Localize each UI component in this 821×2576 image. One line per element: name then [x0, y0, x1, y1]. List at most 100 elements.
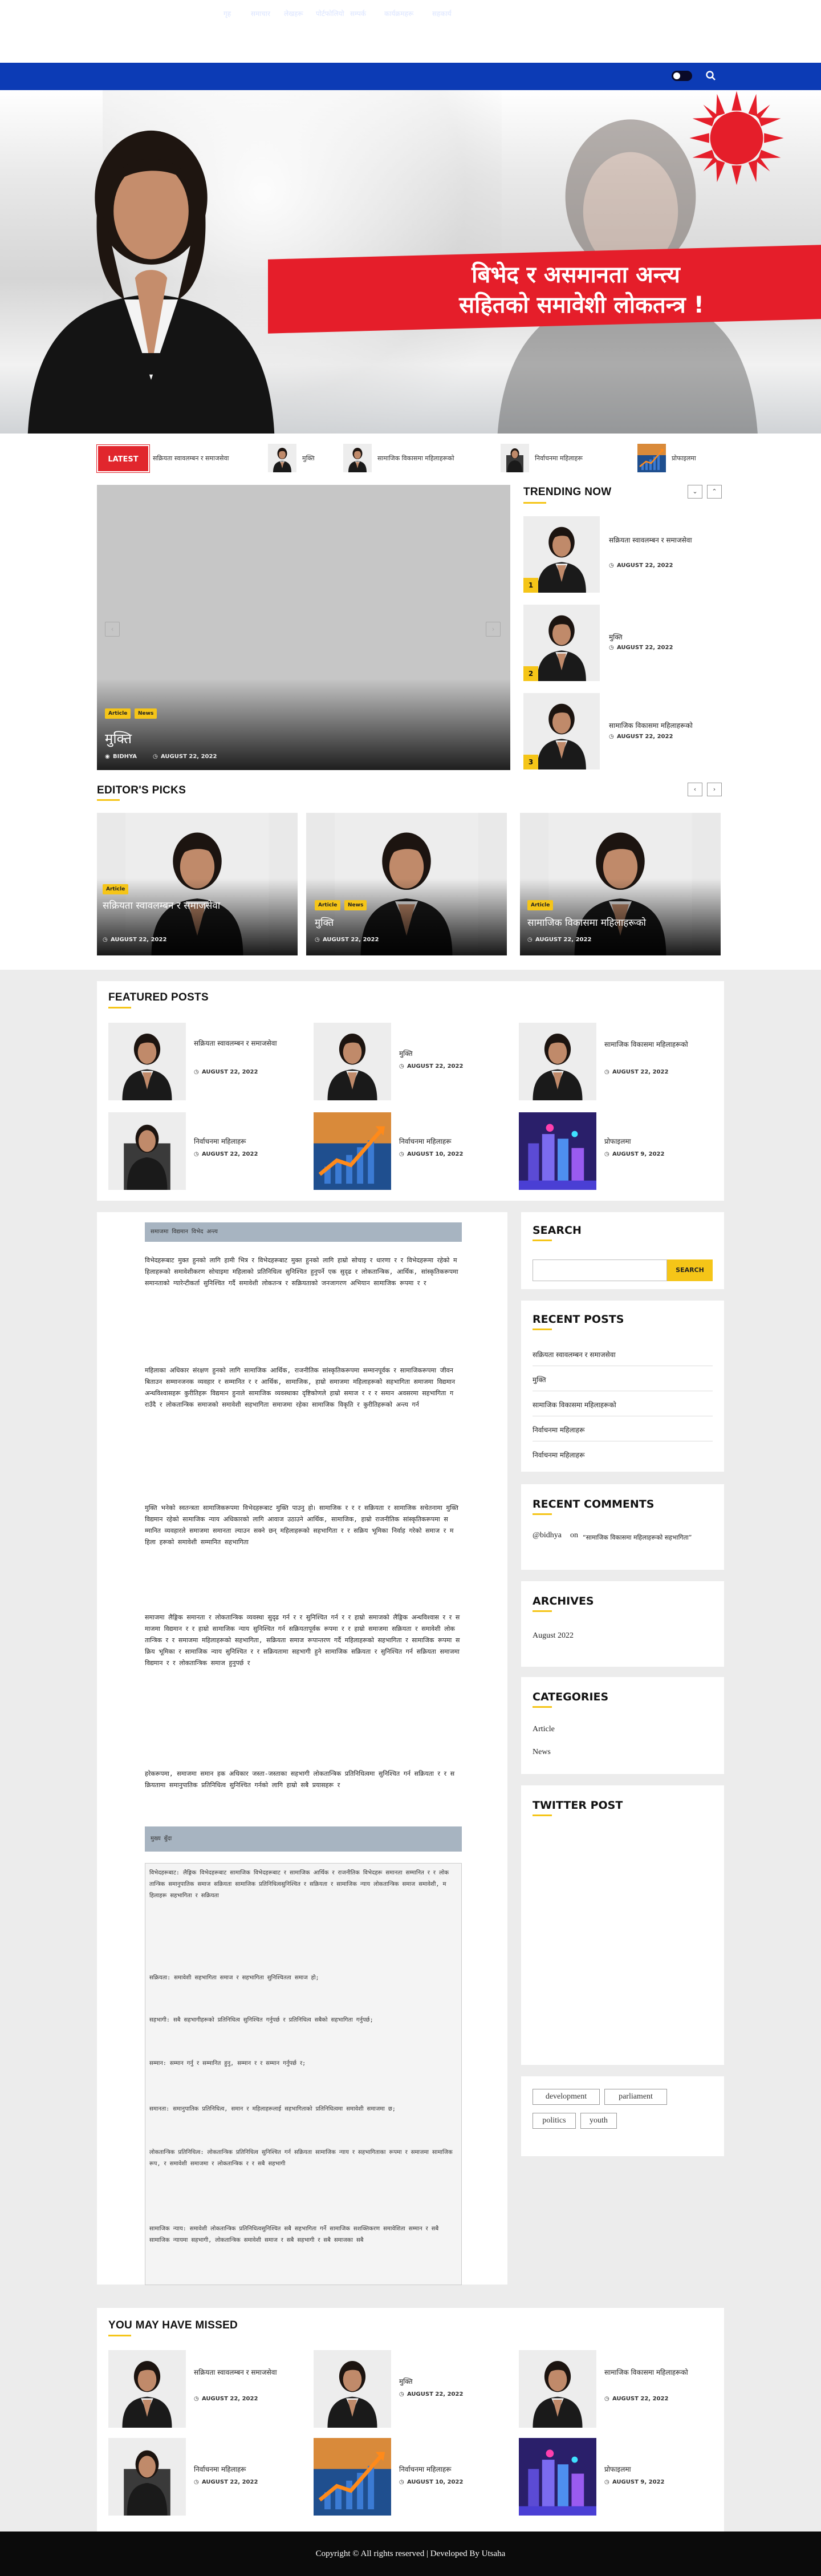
article-heading: समाजमा विद्यमान विभेद अन्त्य	[145, 1222, 462, 1242]
featured-date: AUGUST 22, 2022	[202, 1151, 258, 1157]
clock-icon: ◷	[604, 2479, 609, 2485]
featured-date: AUGUST 22, 2022	[612, 1069, 669, 1075]
featured-thumb[interactable]	[108, 1112, 186, 1190]
archive-link[interactable]: August 2022	[533, 1631, 574, 1641]
nav-item-contact[interactable]: सम्पर्क	[350, 9, 366, 19]
comment-author[interactable]: @bidhya	[533, 1531, 562, 1540]
missed-post-title[interactable]: सक्रियता स्वावलम्बन र समाजसेवा	[194, 2367, 302, 2388]
slider-author[interactable]: BIDHYA	[113, 754, 137, 762]
missed-post-title[interactable]: सामाजिक विकासमा महिलाहरूको	[604, 2367, 713, 2388]
key-point: समानता: समानुपातिक प्रतिनिधित्व, समान र …	[149, 2106, 396, 2112]
nav-item-programs[interactable]: कार्यक्रमहरू	[384, 9, 413, 19]
ticker-item[interactable]: निर्वाचनमा महिलाहरू	[535, 454, 583, 463]
picks-next-button[interactable]: ›	[707, 783, 722, 796]
tag-link[interactable]: politics	[533, 2113, 576, 2129]
title-underline	[108, 2335, 131, 2336]
clock-icon: ◷	[609, 734, 614, 740]
ticker-thumb[interactable]	[268, 444, 296, 472]
featured-thumb[interactable]	[314, 1112, 391, 1190]
slider-prev-button[interactable]: ‹	[105, 622, 120, 637]
ticker-item[interactable]: प्रोफाइलमा	[672, 454, 696, 463]
tag-link[interactable]: parliament	[604, 2089, 667, 2105]
category-tag[interactable]: News	[135, 708, 157, 719]
clock-icon: ◷	[399, 2391, 404, 2397]
tag-link[interactable]: development	[533, 2089, 600, 2105]
nav-item-articles[interactable]: लेखहरू	[284, 9, 303, 19]
nav-item-news[interactable]: समाचार	[251, 9, 270, 19]
nav-item-home[interactable]: गृह	[223, 9, 231, 19]
nav-item-collab[interactable]: सहकार्य	[432, 9, 452, 19]
picks-prev-button[interactable]: ‹	[688, 783, 702, 796]
featured-thumb[interactable]	[519, 1112, 596, 1190]
missed-thumb[interactable]	[314, 2438, 391, 2516]
recent-post-link[interactable]: सामाजिक विकासमा महिलाहरूको	[533, 1400, 713, 1411]
nav-item-portfolio[interactable]: पोर्टफोलियो	[316, 9, 344, 19]
featured-thumb[interactable]	[108, 1023, 186, 1100]
category-tag[interactable]: Article	[527, 900, 554, 910]
trending-post-title[interactable]: सक्रियता स्वावलम्बन र समाजसेवा	[609, 535, 723, 556]
missed-thumb[interactable]	[314, 2350, 391, 2428]
title-underline	[523, 502, 546, 504]
featured-posts-section	[97, 981, 724, 1201]
search-input[interactable]	[533, 1259, 667, 1281]
trending-date: AUGUST 22, 2022	[617, 645, 673, 651]
featured-post-title[interactable]: सक्रियता स्वावलम्बन र समाजसेवा	[194, 1038, 302, 1059]
slider-next-button[interactable]: ›	[486, 622, 501, 637]
slider-post-title[interactable]: मुक्ति	[105, 729, 447, 748]
category-link[interactable]: Article	[533, 1725, 555, 1734]
category-tag[interactable]: Article	[103, 884, 129, 894]
search-icon[interactable]	[705, 70, 717, 82]
tag-link[interactable]: youth	[580, 2113, 617, 2129]
ticker-item[interactable]: मुक्ति	[302, 454, 315, 463]
clock-icon: ◷	[153, 754, 158, 760]
trending-rank: 2	[523, 666, 538, 681]
title-underline	[533, 1706, 552, 1708]
ticker-item[interactable]: सक्रियता स्वावलम्बन र समाजसेवा	[153, 454, 229, 463]
missed-thumb[interactable]	[519, 2350, 596, 2428]
key-point: सामाजिक न्याय: समावेशी लोकतान्त्रिक प्रत…	[149, 2226, 439, 2243]
category-tag[interactable]: Article	[315, 900, 341, 910]
article-paragraph: हरेकरूपमा, समाजमा समान हक अधिकार जस्ता-ज…	[145, 1770, 455, 1789]
pick-post-title[interactable]: सक्रियता स्वावलम्बन र समाजसेवा	[103, 900, 285, 923]
category-tag[interactable]: Article	[105, 708, 131, 719]
missed-date: AUGUST 22, 2022	[612, 2396, 669, 2402]
recent-post-link[interactable]: निर्वाचनमा महिलाहरू	[533, 1450, 713, 1461]
recent-post-link[interactable]: निर्वाचनमा महिलाहरू	[533, 1425, 713, 1436]
sun-logo-icon	[689, 91, 784, 185]
featured-post-title[interactable]: सामाजिक विकासमा महिलाहरूको	[604, 1039, 713, 1060]
ticker-thumb[interactable]	[501, 444, 529, 472]
missed-date: AUGUST 22, 2022	[407, 2391, 464, 2397]
trending-rank: 3	[523, 755, 538, 769]
recent-post-link[interactable]: मुक्ति	[533, 1375, 713, 1386]
recent-post-link[interactable]: सक्रियता स्वावलम्बन र समाजसेवा	[533, 1350, 713, 1361]
missed-title: YOU MAY HAVE MISSED	[108, 2319, 238, 2331]
key-point: सक्रियता: समावेशी सहभागिता समाज र सहभागि…	[149, 1975, 319, 1981]
clock-icon: ◷	[399, 1063, 404, 1070]
search-button[interactable]: SEARCH	[667, 1259, 713, 1281]
category-link[interactable]: News	[533, 1748, 551, 1757]
clock-icon: ◷	[194, 1069, 199, 1075]
ticker-item[interactable]: सामाजिक विकासमा महिलाहरूको	[377, 454, 454, 463]
archives-title: ARCHIVES	[533, 1595, 594, 1607]
missed-thumb[interactable]	[108, 2350, 186, 2428]
recent-posts-title: RECENT POSTS	[533, 1313, 624, 1326]
trending-down-button[interactable]: ⌄	[688, 485, 702, 499]
missed-date: AUGUST 10, 2022	[407, 2479, 464, 2485]
comment-post-link[interactable]: “सामाजिक विकासमा महिलाहरूको सहभागिता”	[583, 1532, 717, 1555]
featured-thumb[interactable]	[519, 1023, 596, 1100]
missed-date: AUGUST 9, 2022	[612, 2479, 665, 2485]
ticker-thumb[interactable]	[343, 444, 372, 472]
article-paragraph: समाजमा लैङ्गिक समानता र लोकतान्त्रिक व्य…	[145, 1614, 460, 1667]
ticker-thumb[interactable]	[637, 444, 666, 472]
featured-date: AUGUST 22, 2022	[407, 1063, 464, 1070]
recent-comments-title: RECENT COMMENTS	[533, 1498, 655, 1510]
missed-thumb[interactable]	[519, 2438, 596, 2516]
toggle-knob	[673, 72, 680, 79]
banner-slogan-line1: बिभेद र असमानता अन्त्य	[472, 262, 680, 288]
category-tag[interactable]: News	[344, 900, 367, 910]
featured-thumb[interactable]	[314, 1023, 391, 1100]
title-underline	[533, 1240, 552, 1241]
trending-up-button[interactable]: ⌃	[707, 485, 722, 499]
clock-icon: ◷	[399, 2479, 404, 2485]
missed-thumb[interactable]	[108, 2438, 186, 2516]
